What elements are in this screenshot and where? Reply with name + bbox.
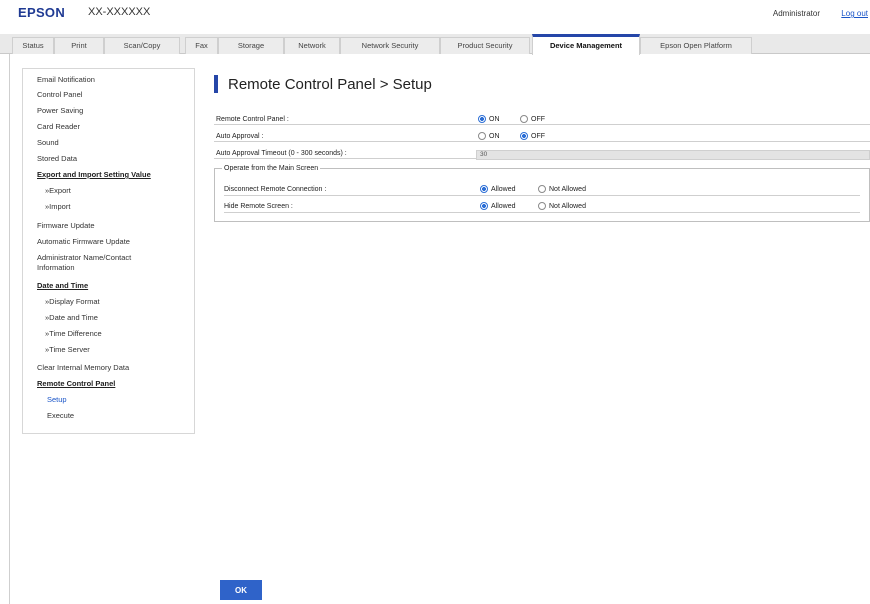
sidebar-item-firmware-update[interactable]: Firmware Update — [37, 221, 95, 230]
tab-device-management[interactable]: Device Management — [532, 34, 640, 55]
tab-status[interactable]: Status — [12, 37, 54, 54]
auto-approval-on-radio[interactable] — [478, 132, 486, 140]
sidebar-item-export[interactable]: »Export — [45, 186, 71, 195]
ok-button[interactable]: OK — [220, 580, 262, 600]
tab-scan-copy[interactable]: Scan/Copy — [104, 37, 180, 54]
top-header: EPSON XX-XXXXXX Administrator Log out — [0, 0, 870, 24]
sidebar-item-import[interactable]: »Import — [45, 202, 70, 211]
hide-remote-screen-row: Hide Remote Screen : Allowed Not Allowed — [224, 201, 860, 213]
sidebar-item-date-and-time-header[interactable]: Date and Time — [37, 281, 88, 290]
tab-fax[interactable]: Fax — [185, 37, 218, 54]
admin-label: Administrator — [772, 9, 820, 18]
title-accent-bar — [214, 75, 218, 93]
disconnect-remote-connection-row: Disconnect Remote Connection : Allowed N… — [224, 184, 860, 196]
tab-product-security[interactable]: Product Security — [440, 37, 530, 54]
sidebar-item-automatic-firmware-update[interactable]: Automatic Firmware Update — [37, 237, 130, 246]
hide-screen-allowed-label: Allowed — [491, 203, 516, 210]
printer-model: XX-XXXXXX — [88, 6, 151, 18]
operate-from-main-screen-legend: Operate from the Main Screen — [222, 165, 321, 172]
epson-logo: EPSON — [18, 5, 66, 20]
auto-approval-off-label: OFF — [531, 133, 545, 140]
sidebar-item-execute[interactable]: Execute — [47, 411, 74, 420]
auto-approval-timeout-input[interactable]: 30 — [476, 150, 870, 160]
hide-screen-not-allowed-label: Not Allowed — [549, 203, 586, 210]
disconnect-not-allowed-radio[interactable] — [538, 185, 546, 193]
sidebar-item-display-format[interactable]: »Display Format — [45, 297, 100, 306]
remote-control-panel-on-radio[interactable] — [478, 115, 486, 123]
tab-bar: Status Print Scan/Copy Fax Storage Netwo… — [0, 34, 870, 55]
tab-network[interactable]: Network — [284, 37, 340, 54]
sidebar-item-control-panel[interactable]: Control Panel — [37, 90, 82, 99]
tab-print[interactable]: Print — [54, 37, 104, 54]
auto-approval-label: Auto Approval : — [216, 133, 264, 140]
tab-epson-open-platform[interactable]: Epson Open Platform — [640, 37, 752, 54]
sidebar-item-administrator-name[interactable]: Administrator Name/Contact — [37, 253, 131, 262]
sidebar-item-setup[interactable]: Setup — [47, 395, 67, 404]
sidebar-item-stored-data[interactable]: Stored Data — [37, 154, 77, 163]
sidebar-item-sound[interactable]: Sound — [37, 138, 59, 147]
tab-storage[interactable]: Storage — [218, 37, 284, 54]
disconnect-allowed-radio[interactable] — [480, 185, 488, 193]
auto-approval-row: Auto Approval : ON OFF — [214, 131, 870, 142]
remote-control-panel-off-label: OFF — [531, 116, 545, 123]
remote-control-panel-on-label: ON — [489, 116, 500, 123]
remote-control-panel-off-radio[interactable] — [520, 115, 528, 123]
auto-approval-off-radio[interactable] — [520, 132, 528, 140]
sidebar-item-export-import[interactable]: Export and Import Setting Value — [37, 170, 151, 179]
disconnect-allowed-label: Allowed — [491, 186, 516, 193]
page-title: Remote Control Panel > Setup — [228, 76, 432, 93]
sidebar-item-power-saving[interactable]: Power Saving — [37, 106, 83, 115]
sidebar-item-administrator-name-line2[interactable]: Information — [37, 263, 75, 272]
sidebar-item-date-and-time[interactable]: »Date and Time — [45, 313, 98, 322]
remote-control-panel-row: Remote Control Panel : ON OFF — [214, 114, 870, 125]
disconnect-remote-connection-label: Disconnect Remote Connection : — [224, 186, 327, 193]
disconnect-not-allowed-label: Not Allowed — [549, 186, 586, 193]
logout-link[interactable]: Log out — [841, 9, 868, 18]
sidebar-item-clear-internal-memory[interactable]: Clear Internal Memory Data — [37, 363, 129, 372]
page-frame-border — [9, 54, 10, 604]
sidebar: Email Notification Control Panel Power S… — [22, 68, 195, 434]
auto-approval-timeout-label: Auto Approval Timeout (0 - 300 seconds) … — [216, 150, 347, 157]
sidebar-item-email-notification[interactable]: Email Notification — [37, 75, 95, 84]
sidebar-item-card-reader[interactable]: Card Reader — [37, 122, 80, 131]
auto-approval-on-label: ON — [489, 133, 500, 140]
hide-remote-screen-label: Hide Remote Screen : — [224, 203, 293, 210]
hide-screen-allowed-radio[interactable] — [480, 202, 488, 210]
tab-network-security[interactable]: Network Security — [340, 37, 440, 54]
sidebar-item-remote-control-panel[interactable]: Remote Control Panel — [37, 379, 115, 388]
sidebar-item-time-difference[interactable]: »Time Difference — [45, 329, 102, 338]
remote-control-panel-label: Remote Control Panel : — [216, 116, 289, 123]
sidebar-item-time-server[interactable]: »Time Server — [45, 345, 90, 354]
hide-screen-not-allowed-radio[interactable] — [538, 202, 546, 210]
